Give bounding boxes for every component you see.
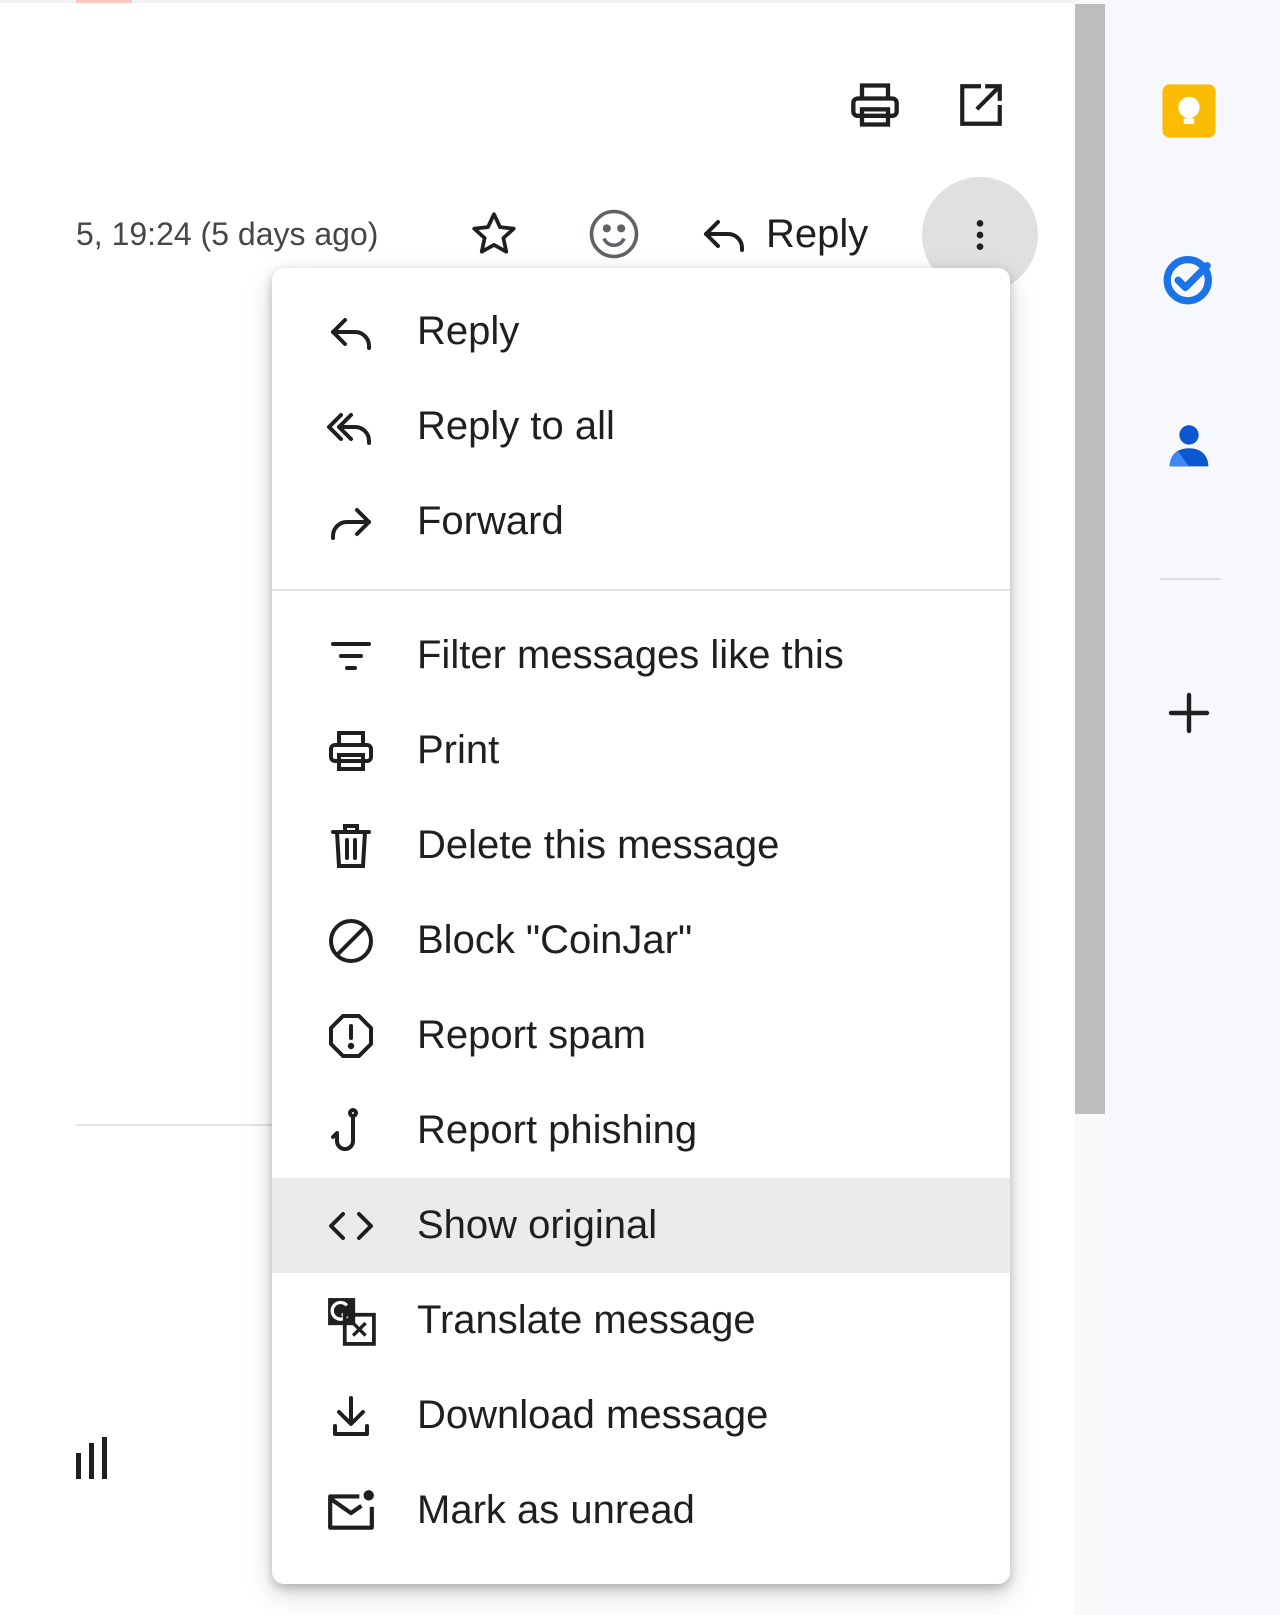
open-in-new-icon bbox=[960, 84, 1002, 126]
menu-item-forward[interactable]: Forward bbox=[272, 474, 1010, 569]
menu-item-label: Download message bbox=[417, 1393, 769, 1437]
menu-item-label: Reply to all bbox=[417, 404, 615, 448]
star-button[interactable] bbox=[468, 208, 520, 260]
menu-item-print[interactable]: Print bbox=[272, 703, 1010, 798]
menu-item-translate[interactable]: Translate message bbox=[272, 1273, 1010, 1368]
menu-item-label: Translate message bbox=[417, 1298, 756, 1342]
print-icon bbox=[851, 83, 899, 127]
bars-icon bbox=[76, 1437, 107, 1479]
menu-item-filter[interactable]: Filter messages like this bbox=[272, 608, 1010, 703]
keep-icon bbox=[1162, 84, 1216, 138]
add-reaction-button[interactable] bbox=[586, 206, 642, 262]
emoji-icon bbox=[589, 209, 639, 259]
contacts-button[interactable] bbox=[1160, 418, 1218, 476]
trash-icon bbox=[331, 823, 371, 868]
tasks-icon bbox=[1163, 256, 1212, 305]
translate-icon bbox=[328, 1297, 376, 1346]
menu-item-label: Delete this message bbox=[417, 823, 780, 867]
add-icon bbox=[1168, 692, 1210, 734]
menu-item-label: Mark as unread bbox=[417, 1488, 695, 1532]
menu-item-label: Report phishing bbox=[417, 1108, 698, 1152]
contacts-icon bbox=[1169, 425, 1209, 467]
menu-item-label: Reply bbox=[417, 309, 520, 353]
menu-item-label: Print bbox=[417, 728, 500, 772]
menu-item-report-phishing[interactable]: Report phishing bbox=[272, 1083, 1010, 1178]
reply-icon bbox=[331, 317, 371, 350]
scrollbar-thumb[interactable] bbox=[1075, 4, 1105, 1114]
more-options-menu: Reply Reply to all Forward Filter messag… bbox=[272, 268, 1010, 1584]
report-spam-icon bbox=[329, 1013, 373, 1058]
menu-item-delete[interactable]: Delete this message bbox=[272, 798, 1010, 893]
filter-icon bbox=[331, 641, 371, 670]
menu-item-show-original[interactable]: Show original bbox=[272, 1178, 1010, 1273]
tasks-button[interactable] bbox=[1160, 250, 1218, 308]
open-in-new-window-button[interactable] bbox=[952, 76, 1010, 134]
menu-item-block[interactable]: Block "CoinJar" bbox=[272, 893, 1010, 988]
print-icon bbox=[329, 730, 373, 771]
menu-item-label: Filter messages like this bbox=[417, 633, 844, 677]
side-panel-divider bbox=[1160, 578, 1220, 580]
top-strip-accent bbox=[76, 0, 132, 3]
more-vert-icon bbox=[976, 220, 984, 250]
reply-icon bbox=[704, 220, 744, 252]
menu-divider bbox=[272, 589, 1010, 591]
top-strip bbox=[0, 0, 1075, 3]
menu-item-download[interactable]: Download message bbox=[272, 1368, 1010, 1463]
star-icon bbox=[472, 212, 516, 254]
forward-icon bbox=[331, 507, 371, 540]
menu-item-reply-all[interactable]: Reply to all bbox=[272, 379, 1010, 474]
message-date: 5, 19:24 (5 days ago) bbox=[76, 216, 379, 252]
reply-all-icon bbox=[327, 412, 371, 445]
get-addons-button[interactable] bbox=[1160, 684, 1218, 742]
menu-item-mark-unread[interactable]: Mark as unread bbox=[272, 1463, 1010, 1558]
menu-item-reply[interactable]: Reply bbox=[272, 284, 1010, 379]
reply-button-label: Reply bbox=[766, 211, 869, 256]
block-icon bbox=[329, 918, 373, 963]
code-icon bbox=[329, 1211, 373, 1240]
mark-unread-icon bbox=[328, 1489, 374, 1530]
menu-item-label: Show original bbox=[417, 1203, 658, 1247]
side-panel bbox=[1105, 0, 1280, 1615]
phishing-hook-icon bbox=[331, 1107, 358, 1151]
reply-button[interactable]: Reply bbox=[700, 204, 868, 264]
message-divider bbox=[76, 1124, 276, 1126]
print-all-button[interactable] bbox=[846, 76, 904, 134]
menu-item-report-spam[interactable]: Report spam bbox=[272, 988, 1010, 1083]
menu-item-label: Block "CoinJar" bbox=[417, 918, 693, 962]
download-icon bbox=[333, 1395, 369, 1436]
keep-button[interactable] bbox=[1160, 82, 1218, 140]
menu-item-label: Forward bbox=[417, 499, 564, 543]
menu-item-label: Report spam bbox=[417, 1013, 646, 1057]
